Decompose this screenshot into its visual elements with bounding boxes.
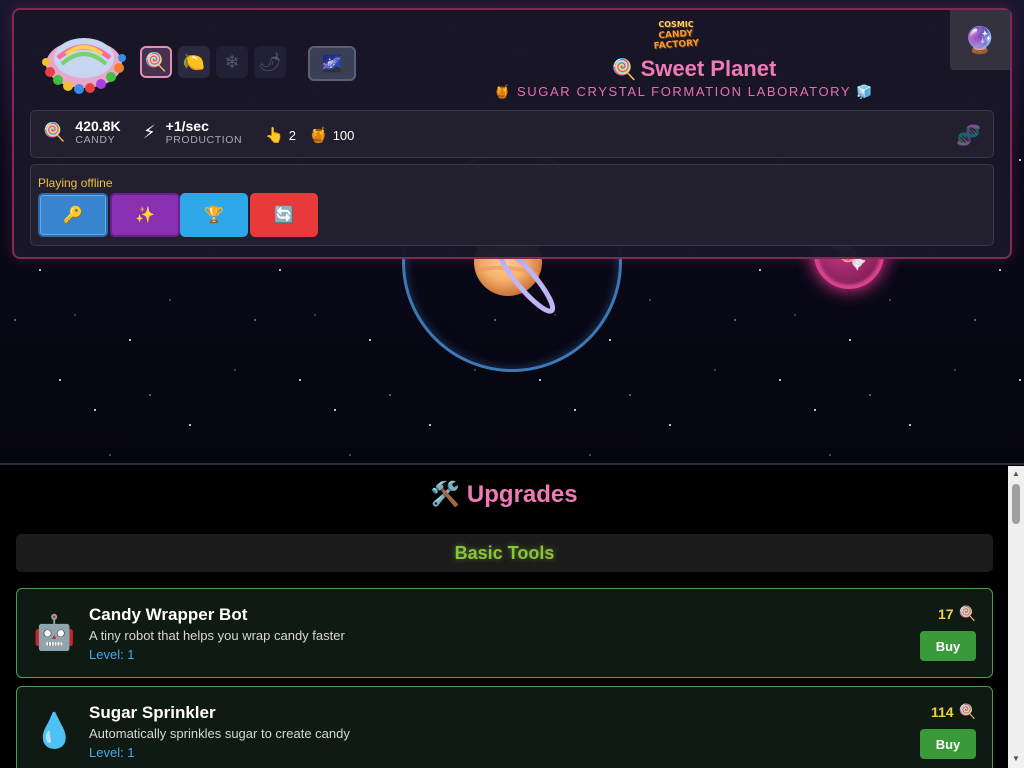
lollipop-icon: 🍭 xyxy=(958,703,976,719)
scrollbar-thumb[interactable] xyxy=(1012,484,1020,524)
lightning-icon: ⚡ xyxy=(143,122,156,142)
upgrade-level: Level: 1 xyxy=(89,745,135,760)
upgrade-cost: 114 🍭 xyxy=(931,703,976,720)
planet-subtitle: 🍯 SUGAR CRYSTAL FORMATION LABORATORY 🧊 xyxy=(484,84,884,100)
buy-button[interactable]: Buy xyxy=(920,631,976,661)
lollipop-icon: 🍭 xyxy=(43,122,66,142)
honey-count: 100 xyxy=(332,127,355,143)
cost-value: 114 xyxy=(930,703,954,720)
production-rate: +1/sec xyxy=(165,118,209,134)
pointer-hand-icon: 👆 xyxy=(265,127,284,144)
upgrades-panel: 🛠️ Upgrades Basic Tools 🤖 Candy Wrapper … xyxy=(0,466,1008,768)
honey-stat: 🍯 100 xyxy=(309,126,354,144)
offline-status: Playing offline xyxy=(38,176,113,190)
pepper-icon: 🌶 xyxy=(258,51,282,72)
logo-text-bottom: CANDY FACTORY xyxy=(653,28,700,52)
header-panel: 🍭 🍋 ❄ 🌶 🌌 COSMIC CANDY FACTORY 🍭 Sweet Pl… xyxy=(12,8,1012,259)
galaxy-icon: 🌌 xyxy=(322,55,342,73)
galaxy-button[interactable]: 🌌 xyxy=(308,46,356,81)
category-header: Basic Tools xyxy=(16,534,993,572)
upgrades-title: 🛠️ Upgrades xyxy=(0,480,1008,509)
planet-title: 🍭 Sweet Planet xyxy=(574,56,814,82)
vertical-scrollbar[interactable]: ▲ ▼ xyxy=(1008,466,1024,768)
click-power: 2 xyxy=(288,127,296,143)
game-logo: COSMIC CANDY FACTORY xyxy=(638,20,714,52)
upgrade-description: A tiny robot that helps you wrap candy f… xyxy=(89,628,345,643)
tools-icon: 🛠️ xyxy=(430,481,461,508)
lemon-icon: 🍋 xyxy=(182,51,206,72)
clicks-stat: 👆 2 xyxy=(265,126,296,144)
buy-button[interactable]: Buy xyxy=(920,729,976,759)
scroll-down-icon[interactable]: ▼ xyxy=(1012,754,1020,763)
upgrade-cost: 17 🍭 xyxy=(938,605,976,622)
sparkles-icon: ✨ xyxy=(135,207,155,224)
action-bar: Playing offline 🔑 ✨ 🏆 🔄 xyxy=(30,164,994,246)
ice-cube-icon: 🧊 xyxy=(856,84,874,99)
production-stat: ⚡ +1/sec PRODUCTION xyxy=(143,118,243,147)
candy-logo-icon xyxy=(36,24,126,96)
planet-name: Sweet Planet xyxy=(640,56,777,81)
upgrade-description: Automatically sprinkles sugar to create … xyxy=(89,726,350,741)
lollipop-icon: 🍭 xyxy=(958,605,976,621)
trophy-button[interactable]: 🏆 xyxy=(180,193,248,237)
robot-icon: 🤖 xyxy=(33,614,76,652)
theme-snowflake-button[interactable]: ❄ xyxy=(216,46,248,78)
candy-stat: 🍭 420.8K CANDY xyxy=(43,118,121,147)
upgrade-card: 💧 Sugar Sprinkler Automatically sprinkle… xyxy=(16,686,993,768)
candy-label: CANDY xyxy=(75,134,116,146)
cost-value: 17 xyxy=(937,605,954,622)
trophy-icon: 🏆 xyxy=(204,207,224,224)
honey-pot-icon: 🍯 xyxy=(494,84,512,99)
droplet-icon: 💧 xyxy=(33,712,76,750)
key-icon: 🔑 xyxy=(63,207,83,224)
subtitle-text: SUGAR CRYSTAL FORMATION LABORATORY xyxy=(517,84,851,99)
magic-button[interactable]: ✨ xyxy=(110,193,180,237)
theme-lemon-button[interactable]: 🍋 xyxy=(178,46,210,78)
upgrade-name: Sugar Sprinkler xyxy=(89,703,216,722)
theme-lollipop-button[interactable]: 🍭 xyxy=(140,46,172,78)
reset-button[interactable]: 🔄 xyxy=(250,193,318,237)
dna-icon[interactable]: 🧬 xyxy=(956,123,981,148)
lollipop-icon: 🍭 xyxy=(611,59,637,81)
theme-pepper-button[interactable]: 🌶 xyxy=(254,46,286,78)
stats-bar: 🍭 420.8K CANDY ⚡ +1/sec PRODUCTION 👆 2 🍯… xyxy=(30,110,994,158)
refresh-icon: 🔄 xyxy=(274,207,294,224)
lollipop-icon: 🍭 xyxy=(144,51,168,72)
candy-count: 420.8K xyxy=(75,118,121,134)
production-label: PRODUCTION xyxy=(165,134,243,146)
snowflake-icon: ❄ xyxy=(224,51,240,72)
crystal-button[interactable]: 🔮 xyxy=(950,10,1010,70)
scroll-up-icon[interactable]: ▲ xyxy=(1012,469,1020,478)
crystal-icon: 🔮 xyxy=(963,24,997,55)
upgrade-name: Candy Wrapper Bot xyxy=(89,605,248,624)
upgrade-card: 🤖 Candy Wrapper Bot A tiny robot that he… xyxy=(16,588,993,678)
upgrade-level: Level: 1 xyxy=(89,647,135,662)
honey-pot-icon: 🍯 xyxy=(309,127,328,144)
key-button[interactable]: 🔑 xyxy=(38,193,108,237)
upgrades-title-text: Upgrades xyxy=(466,481,578,508)
